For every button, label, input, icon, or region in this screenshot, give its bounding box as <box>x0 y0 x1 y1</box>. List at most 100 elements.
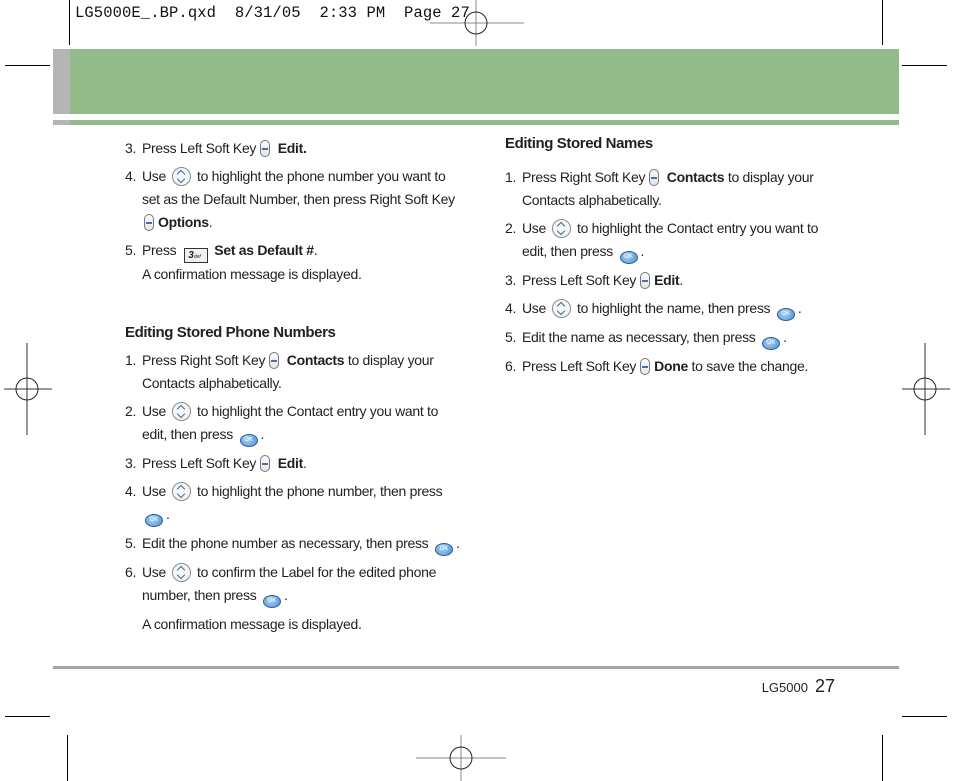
header-banner-tab <box>53 49 70 114</box>
crop-mark-top-left-vertical <box>69 0 70 45</box>
crop-mark-bottom-left-horizontal <box>5 716 50 717</box>
step-text: Press Left Soft Key <box>142 140 257 156</box>
left-soft-key-icon <box>260 455 271 472</box>
step-text: . <box>302 455 307 471</box>
step-text: to highlight the name, then press <box>577 300 774 316</box>
step-text: Press Left Soft Key <box>522 358 637 374</box>
ok-key-icon: OK <box>776 308 795 321</box>
ok-key-icon: OK <box>619 251 638 264</box>
ok-key-icon: OK <box>145 514 163 527</box>
right-soft-key-icon <box>144 214 154 231</box>
step-text: . <box>679 272 683 288</box>
page-footer: LG5000 27 <box>762 676 835 697</box>
list-item: 5. Edit the name as necessary, then pres… <box>505 326 845 350</box>
section-heading-phone-numbers: Editing Stored Phone Numbers <box>125 324 336 341</box>
step-text: Edit the phone number as necessary, then… <box>142 535 432 551</box>
step-number: 5. <box>505 329 517 345</box>
step-bold-text: Edit <box>654 272 680 288</box>
list-item: 5. Press 3def Set as Default #. <box>125 239 465 263</box>
list-item: 2. Use to highlight the Contact entry you… <box>505 217 845 264</box>
step-text: . <box>783 329 787 345</box>
ok-key-icon: OK <box>762 337 781 350</box>
nav-up-down-icon <box>552 299 571 318</box>
registration-mark-left <box>4 343 52 435</box>
list-item: 3. Press Left Soft Key Edit. <box>125 137 465 160</box>
left-soft-key-icon <box>640 358 651 375</box>
confirmation-note: A confirmation message is displayed. <box>142 266 362 282</box>
step-text: Use <box>142 564 166 580</box>
step-text: to highlight the phone number, then pres… <box>197 483 443 499</box>
step-number: 5. <box>125 242 137 258</box>
step-text: Press Right Soft Key <box>522 169 646 185</box>
ok-key-icon: OK <box>434 543 453 556</box>
registration-mark-bottom <box>416 735 506 781</box>
nav-up-down-icon <box>172 563 191 582</box>
right-soft-key-icon <box>649 169 660 186</box>
step-text: . <box>284 587 288 603</box>
crop-mark-top-left-horizontal <box>5 65 50 66</box>
nav-up-down-icon <box>172 482 191 501</box>
left-soft-key-icon <box>260 140 271 157</box>
step-bold-text: Edit. <box>277 140 307 156</box>
left-soft-key-icon <box>640 272 651 289</box>
list-item: 4. Use to highlight the phone number, the… <box>125 480 465 527</box>
list-item: 6. Press Left Soft Key Done to save the c… <box>505 355 845 378</box>
list-item: 6. Use to confirm the Label for the edite… <box>125 561 465 608</box>
crop-mark-top-right-vertical <box>882 0 883 45</box>
step-number: 4. <box>125 168 137 184</box>
list-item: 4. Use to highlight the phone number you … <box>125 165 465 234</box>
step-bold-text: Edit <box>277 455 304 471</box>
step-number: 1. <box>505 169 517 185</box>
step-bold-text: Set as Default # <box>214 242 314 258</box>
crop-mark-bottom-left-vertical <box>67 735 68 781</box>
step-text: Use <box>142 168 166 184</box>
registration-mark-right <box>902 343 950 435</box>
step-number: 3. <box>505 272 517 288</box>
key-3-sublabel: def <box>193 254 201 260</box>
step-number: 4. <box>125 483 137 499</box>
step-number: 2. <box>125 403 137 419</box>
footer-model-name: LG5000 <box>761 680 808 695</box>
list-item: 3. Press Left Soft Key Edit. <box>125 452 465 475</box>
step-bold-text: Done <box>654 358 688 374</box>
step-text: Use <box>142 403 166 419</box>
ok-key-icon: OK <box>263 595 282 608</box>
list-item: 1. Press Right Soft Key Contacts to disp… <box>505 166 845 212</box>
step-text: . <box>208 214 213 230</box>
step-text: to save the change. <box>691 358 809 374</box>
step-text: Use <box>142 483 166 499</box>
header-strip <box>70 120 899 125</box>
footer-rule <box>53 666 899 669</box>
crop-mark-bottom-right-vertical <box>882 735 883 781</box>
step-bold-text: Options <box>158 214 209 230</box>
left-column: 3. Press Left Soft Key Edit. 4. Use to hi… <box>125 137 465 636</box>
step-text: Use <box>522 300 546 316</box>
step-number: 2. <box>505 220 517 236</box>
list-item: 1. Press Right Soft Key Contacts to disp… <box>125 349 465 395</box>
list-item: 4. Use to highlight the name, then press … <box>505 297 845 321</box>
list-item: 3. Press Left Soft Key Edit. <box>505 269 845 292</box>
right-column: Editing Stored Names 1. Press Right Soft… <box>505 132 845 383</box>
step-text: Use <box>522 220 546 236</box>
step-number: 5. <box>125 535 137 551</box>
step-text: Press Left Soft Key <box>142 455 257 471</box>
step-text: Press <box>142 242 177 258</box>
step-text: . <box>797 300 802 316</box>
ok-key-icon: OK <box>239 434 258 447</box>
step-number: 6. <box>505 358 517 374</box>
confirmation-note: A confirmation message is displayed. <box>142 616 362 632</box>
step-number: 6. <box>125 564 137 580</box>
print-slug: LG5000E_.BP.qxd 8/31/05 2:33 PM Page 27 <box>75 4 470 22</box>
step-text: . <box>166 506 170 522</box>
page-number: 27 <box>814 676 835 696</box>
registration-mark-top <box>430 0 524 46</box>
step-bold-text: Contacts <box>286 352 345 368</box>
key-3-def-icon: 3def <box>184 248 209 263</box>
step-number: 3. <box>125 455 137 471</box>
step-text: . <box>260 426 265 442</box>
list-item: 5. Edit the phone number as necessary, t… <box>125 532 465 556</box>
step-text: . <box>455 535 460 551</box>
step-text: . <box>640 243 645 259</box>
header-strip-tab <box>53 120 70 125</box>
crop-mark-bottom-right-horizontal <box>902 716 947 717</box>
